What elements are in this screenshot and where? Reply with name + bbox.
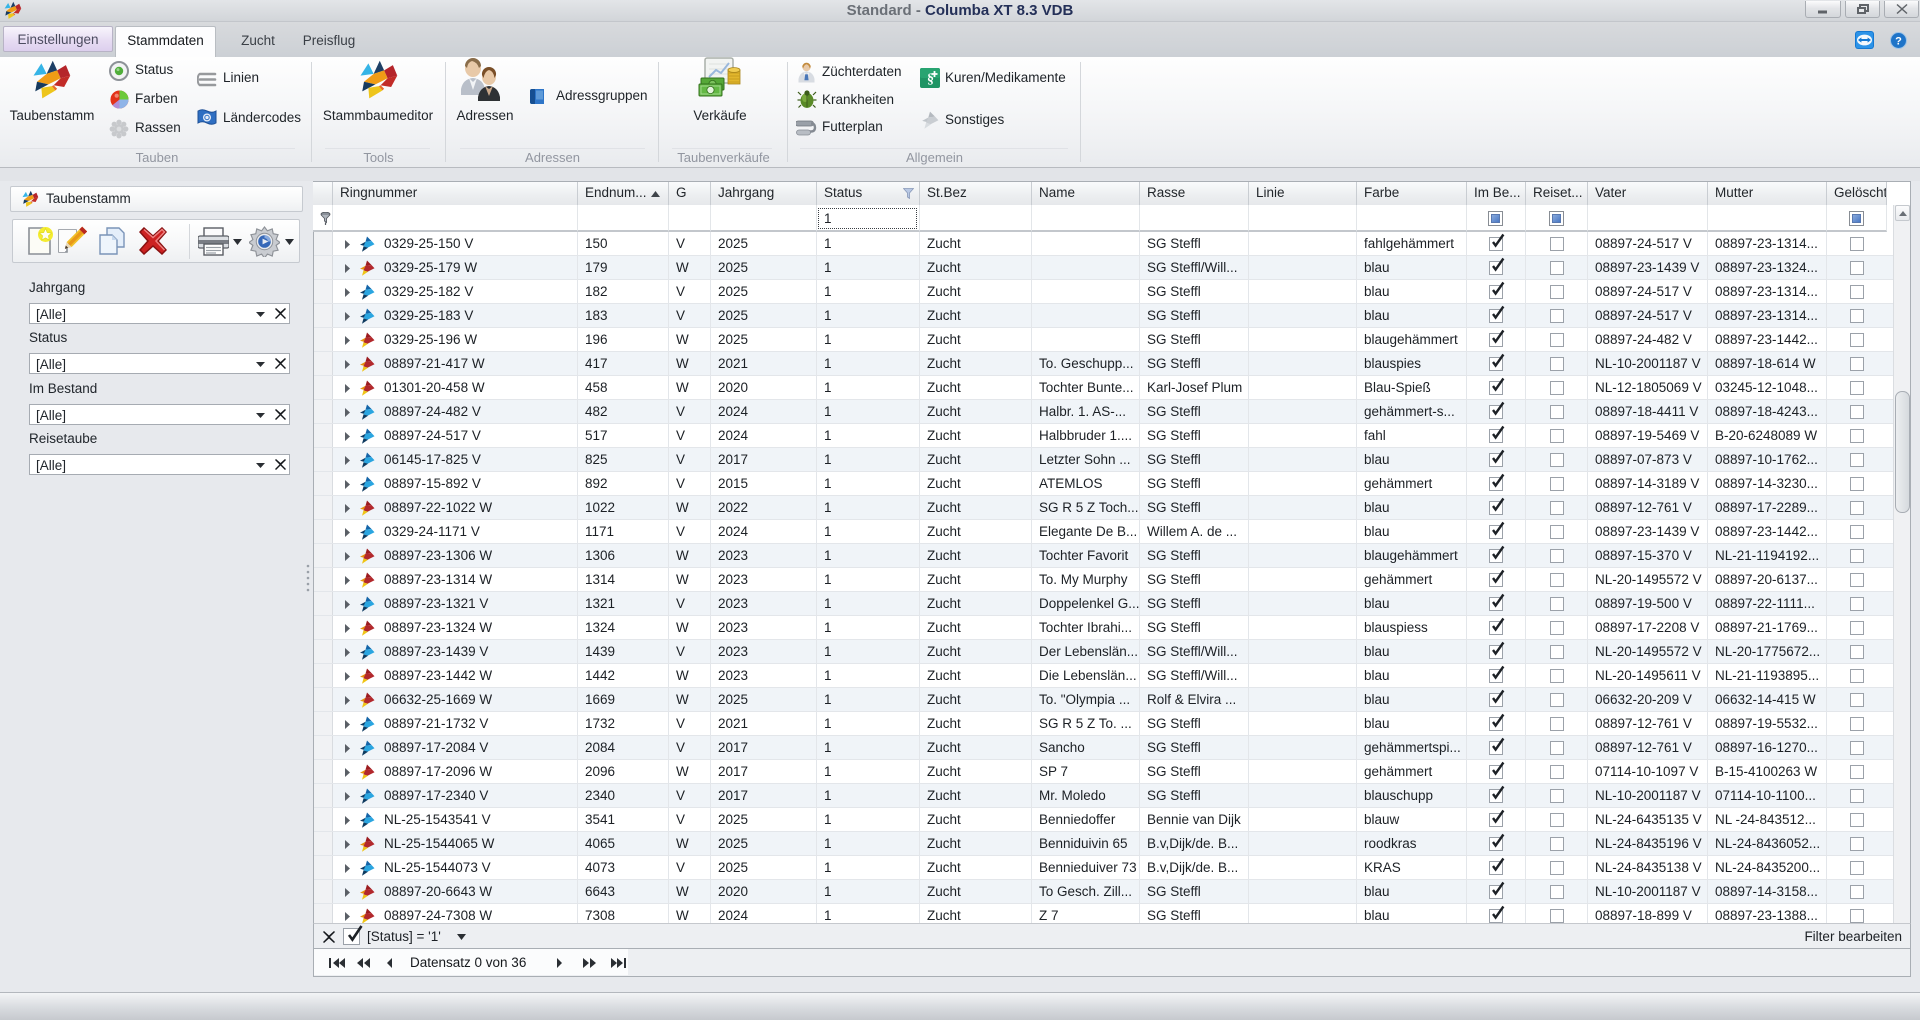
svg-text:?: ?	[1895, 36, 1902, 48]
